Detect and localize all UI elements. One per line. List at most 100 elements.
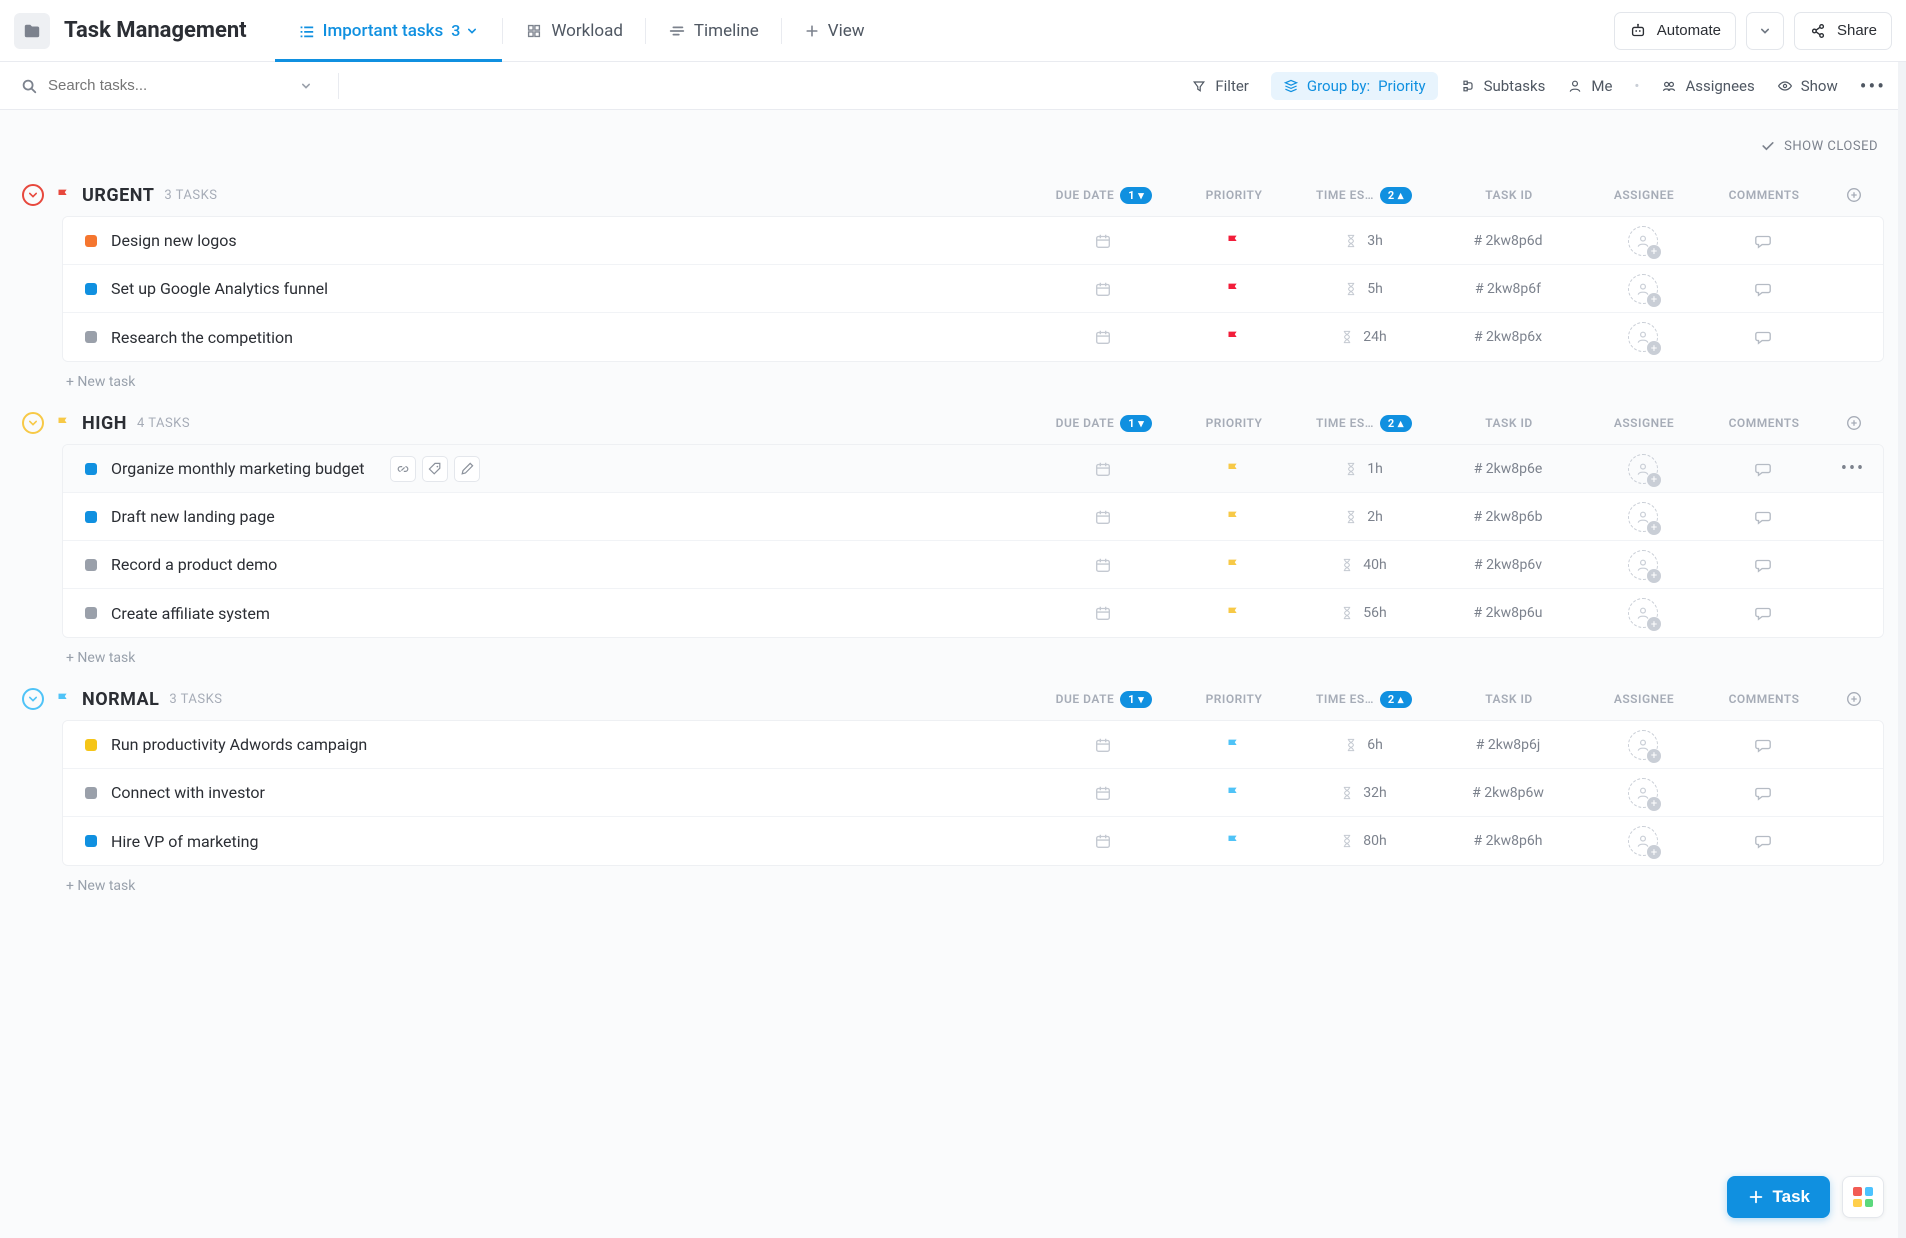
cell-assignee[interactable] xyxy=(1583,502,1703,532)
more-menu[interactable]: ••• xyxy=(1860,74,1886,98)
task-main[interactable]: Research the competition xyxy=(63,328,1033,347)
cell-comments[interactable] xyxy=(1703,784,1823,802)
cell-task-id[interactable]: # 2kw8p6f xyxy=(1433,281,1583,297)
search-input[interactable] xyxy=(48,77,248,94)
cell-time-estimate[interactable]: 80h xyxy=(1293,833,1433,849)
status-square[interactable] xyxy=(85,787,97,799)
cell-task-id[interactable]: # 2kw8p6d xyxy=(1433,233,1583,249)
col-priority[interactable]: PRIORITY xyxy=(1174,188,1294,202)
cell-due-date[interactable] xyxy=(1033,736,1173,754)
assignee-add[interactable] xyxy=(1628,274,1658,304)
assignee-add[interactable] xyxy=(1628,598,1658,628)
cell-assignee[interactable] xyxy=(1583,730,1703,760)
col-due-date[interactable]: DUE DATE1 ▾ xyxy=(1034,691,1174,708)
cell-priority[interactable] xyxy=(1173,508,1293,526)
col-comments[interactable]: COMMENTS xyxy=(1704,188,1824,202)
collapse-toggle[interactable] xyxy=(22,688,44,710)
task-main[interactable]: Run productivity Adwords campaign xyxy=(63,735,1033,754)
group-title-area[interactable]: HIGH 4 TASKS xyxy=(22,412,1034,434)
search-field[interactable] xyxy=(20,73,339,99)
cell-due-date[interactable] xyxy=(1033,328,1173,346)
col-assignee[interactable]: ASSIGNEE xyxy=(1584,416,1704,430)
assignee-add[interactable] xyxy=(1628,226,1658,256)
group-title-area[interactable]: URGENT 3 TASKS xyxy=(22,184,1034,206)
task-row[interactable]: Draft new landing page 2h # 2kw8p6b xyxy=(63,493,1883,541)
status-square[interactable] xyxy=(85,607,97,619)
cell-assignee[interactable] xyxy=(1583,226,1703,256)
assignees-button[interactable]: Assignees xyxy=(1661,77,1754,95)
col-assignee[interactable]: ASSIGNEE xyxy=(1584,692,1704,706)
cell-time-estimate[interactable]: 5h xyxy=(1293,281,1433,297)
status-square[interactable] xyxy=(85,559,97,571)
cell-task-id[interactable]: # 2kw8p6b xyxy=(1433,509,1583,525)
cell-task-id[interactable]: # 2kw8p6e xyxy=(1433,461,1583,477)
task-row[interactable]: Record a product demo 40h # 2kw8p6v xyxy=(63,541,1883,589)
col-time-est[interactable]: TIME ES…2 ▴ xyxy=(1294,415,1434,432)
col-assignee[interactable]: ASSIGNEE xyxy=(1584,188,1704,202)
show-closed-button[interactable]: SHOW CLOSED xyxy=(1760,138,1878,154)
cell-comments[interactable] xyxy=(1703,832,1823,850)
rename-quick-button[interactable] xyxy=(454,456,480,482)
new-task-button[interactable]: + New task xyxy=(22,866,1884,894)
cell-due-date[interactable] xyxy=(1033,556,1173,574)
cell-priority[interactable] xyxy=(1173,736,1293,754)
cell-priority[interactable] xyxy=(1173,784,1293,802)
task-row[interactable]: Hire VP of marketing 80h # 2kw8p6h xyxy=(63,817,1883,865)
tag-quick-button[interactable] xyxy=(422,456,448,482)
status-square[interactable] xyxy=(85,235,97,247)
cell-task-id[interactable]: # 2kw8p6j xyxy=(1433,737,1583,753)
collapse-toggle[interactable] xyxy=(22,184,44,206)
tab-workload[interactable]: Workload xyxy=(503,0,645,61)
subtask-quick-button[interactable] xyxy=(390,456,416,482)
cell-priority[interactable] xyxy=(1173,556,1293,574)
tab-timeline[interactable]: Timeline xyxy=(646,0,781,61)
col-priority[interactable]: PRIORITY xyxy=(1174,692,1294,706)
col-task-id[interactable]: TASK ID xyxy=(1434,188,1584,202)
cell-assignee[interactable] xyxy=(1583,274,1703,304)
cell-comments[interactable] xyxy=(1703,280,1823,298)
cell-assignee[interactable] xyxy=(1583,454,1703,484)
status-square[interactable] xyxy=(85,739,97,751)
add-column-button[interactable] xyxy=(1824,690,1884,708)
cell-due-date[interactable] xyxy=(1033,460,1173,478)
cell-priority[interactable] xyxy=(1173,460,1293,478)
cell-time-estimate[interactable]: 3h xyxy=(1293,233,1433,249)
task-row[interactable]: Organize monthly marketing budget 1h # 2… xyxy=(63,445,1883,493)
task-main[interactable]: Connect with investor xyxy=(63,783,1033,802)
cell-comments[interactable] xyxy=(1703,604,1823,622)
cell-time-estimate[interactable]: 1h xyxy=(1293,461,1433,477)
cell-time-estimate[interactable]: 40h xyxy=(1293,557,1433,573)
cell-comments[interactable] xyxy=(1703,508,1823,526)
cell-comments[interactable] xyxy=(1703,328,1823,346)
task-row[interactable]: Connect with investor 32h # 2kw8p6w xyxy=(63,769,1883,817)
chevron-down-icon[interactable] xyxy=(298,78,314,94)
cell-task-id[interactable]: # 2kw8p6v xyxy=(1433,557,1583,573)
cell-due-date[interactable] xyxy=(1033,280,1173,298)
col-priority[interactable]: PRIORITY xyxy=(1174,416,1294,430)
scrollbar-track[interactable] xyxy=(1898,62,1906,1238)
cell-task-id[interactable]: # 2kw8p6x xyxy=(1433,329,1583,345)
assignee-add[interactable] xyxy=(1628,778,1658,808)
task-row[interactable]: Create affiliate system 56h # 2kw8p6u xyxy=(63,589,1883,637)
task-main[interactable]: Draft new landing page xyxy=(63,507,1033,526)
task-main[interactable]: Create affiliate system xyxy=(63,604,1033,623)
collapse-toggle[interactable] xyxy=(22,412,44,434)
tab-important-tasks[interactable]: Important tasks 3 xyxy=(275,0,503,61)
status-square[interactable] xyxy=(85,283,97,295)
cell-comments[interactable] xyxy=(1703,460,1823,478)
cell-priority[interactable] xyxy=(1173,280,1293,298)
cell-assignee[interactable] xyxy=(1583,598,1703,628)
share-button[interactable]: Share xyxy=(1794,12,1892,50)
cell-due-date[interactable] xyxy=(1033,784,1173,802)
cell-time-estimate[interactable]: 2h xyxy=(1293,509,1433,525)
cell-due-date[interactable] xyxy=(1033,232,1173,250)
cell-comments[interactable] xyxy=(1703,232,1823,250)
cell-assignee[interactable] xyxy=(1583,550,1703,580)
automate-dropdown[interactable] xyxy=(1746,12,1784,50)
cell-task-id[interactable]: # 2kw8p6w xyxy=(1433,785,1583,801)
folder-icon[interactable] xyxy=(14,13,50,49)
cell-priority[interactable] xyxy=(1173,232,1293,250)
task-row[interactable]: Research the competition 24h # 2kw8p6x xyxy=(63,313,1883,361)
col-due-date[interactable]: DUE DATE1 ▾ xyxy=(1034,415,1174,432)
task-row[interactable]: Design new logos 3h # 2kw8p6d xyxy=(63,217,1883,265)
